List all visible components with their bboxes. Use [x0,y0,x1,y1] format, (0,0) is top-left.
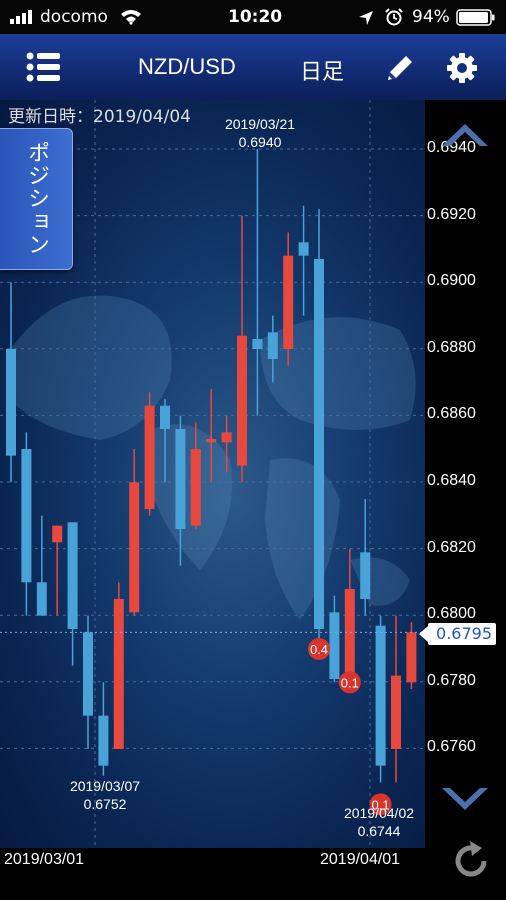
candle-body [221,432,232,443]
y-axis-tick-label: 0.6860 [427,405,476,423]
pencil-icon[interactable] [384,52,416,84]
scroll-up-icon[interactable] [440,118,490,148]
candle-body [113,599,124,749]
gear-icon[interactable] [446,52,478,84]
candle-body [252,339,263,349]
high-annotation-value: 0.6940 [238,134,282,150]
trade-marker-label: 0.4 [310,642,328,657]
low-annotation-1: 2019/03/07 0.6752 [50,777,160,813]
refresh-icon[interactable] [448,838,494,884]
candle-body [360,552,371,599]
location-icon [359,11,373,25]
candle-body [406,632,417,683]
candle-body [175,429,186,529]
position-tab-label: ポジション [24,141,49,256]
candle-body [267,332,278,359]
candle-body [344,589,355,683]
signal-icon [10,10,32,24]
y-axis-tick-label: 0.6760 [427,738,476,756]
low-annotation-2: 2019/04/02 0.6744 [334,804,424,840]
low-annotation-2-value: 0.6744 [357,823,401,839]
x-axis-label-2: 2019/04/01 [320,851,401,868]
candle-body [52,525,63,543]
candle-body [329,612,340,679]
candle-body [298,242,309,256]
candle-body [21,449,32,583]
y-axis-tick-label: 0.6900 [427,272,476,290]
y-axis-tick-label: 0.6920 [427,205,476,223]
updated-timestamp: 更新日時：2019/04/04 [8,107,191,127]
candle-body [6,349,16,456]
clock: 10:20 [228,7,283,27]
candle-body [206,439,217,443]
menu-icon[interactable] [26,51,62,83]
trade-marker[interactable]: 0.4 [308,638,330,660]
timeframe-selector[interactable]: 日足 [300,54,344,86]
alarm-icon [385,8,403,26]
candle-body [83,632,93,716]
candle-body [237,335,247,466]
candle-body [314,259,324,629]
candle-body [391,675,401,749]
y-axis-tick-label: 0.6800 [427,605,476,623]
candle-body [375,625,386,766]
candle-body [144,405,155,509]
high-annotation: 2019/03/21 0.6940 [205,115,315,151]
y-axis-tick-label: 0.6820 [427,538,476,556]
candle-body [160,405,170,429]
battery-percent: 94% [412,7,450,27]
currency-pair-title[interactable]: NZD/USD [138,54,236,80]
low-annotation-1-value: 0.6752 [83,796,127,812]
current-price-tag: 0.6795 [419,623,496,645]
candle-body [36,582,47,616]
candle-body [98,715,109,766]
trade-marker[interactable]: 0.1 [338,671,361,694]
x-axis-label-1: 2019/03/01 [4,851,85,868]
candle-body [67,522,78,629]
high-annotation-date: 2019/03/21 [224,116,296,132]
wifi-icon [121,10,141,25]
trade-marker-label: 0.1 [341,675,359,690]
position-tab[interactable]: ポジション [0,128,73,270]
low-annotation-2-date: 2019/04/02 [343,805,415,821]
candle-body [190,449,201,526]
status-bar: docomo 10:20 94% [0,0,506,34]
y-axis-tick-label: 0.6780 [427,671,476,689]
scroll-down-icon[interactable] [440,786,490,816]
candle-body [129,482,140,613]
low-annotation-1-date: 2019/03/07 [69,778,141,794]
carrier-name: docomo [40,7,108,27]
y-axis-tick-label: 0.6840 [427,472,476,489]
nav-bar: NZD/USD 日足 [0,34,506,100]
candle-body [283,255,294,349]
y-axis-tick-label: 0.6880 [427,338,476,356]
battery-icon [456,9,495,26]
